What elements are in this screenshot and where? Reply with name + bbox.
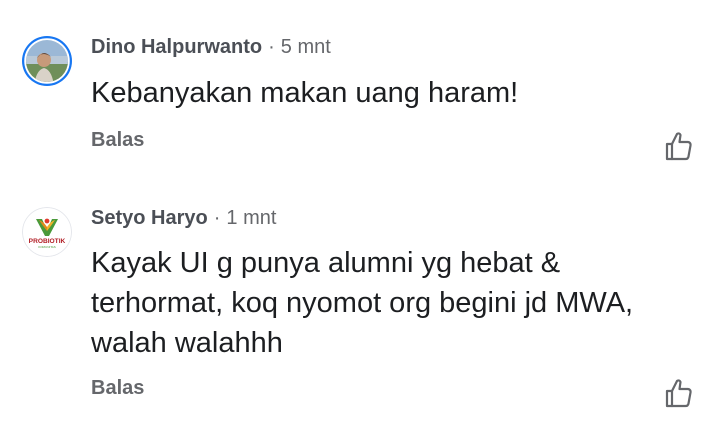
meta-separator: · [268, 36, 275, 58]
thumbs-up-icon [665, 132, 692, 161]
avatar[interactable] [22, 36, 72, 86]
reply-button[interactable]: Balas [91, 376, 144, 400]
like-button[interactable] [661, 376, 695, 410]
author-name[interactable]: Setyo Haryo [91, 207, 208, 229]
profile-photo-icon [22, 36, 72, 86]
reply-button[interactable]: Balas [91, 128, 144, 152]
avatar-logo-subtext: KOMUNITAS [38, 245, 56, 249]
comment-text-line: walah walahhh [91, 327, 283, 359]
comment-text-line: Kayak UI g punya alumni yg hebat & [91, 247, 561, 279]
comment-text-line: terhormat, koq nyomot org begini jd MWA, [91, 287, 634, 319]
comment-1: Dino Halpurwanto · 5 mnt Kebanyakan makan … [0, 0, 720, 190]
thumbs-up-icon [665, 379, 692, 408]
comment-text: Kayak UI g punya alumni yg hebat & terho… [91, 243, 633, 363]
comment-text: Kebanyakan makan uang haram! [91, 77, 519, 109]
comment-2: PROBIOTIK KOMUNITAS Setyo Haryo · 1 mnt Ka… [0, 190, 720, 441]
author-name[interactable]: Dino Halpurwanto [91, 36, 262, 58]
like-button[interactable] [661, 129, 695, 163]
timestamp[interactable]: 5 mnt [281, 36, 331, 58]
timestamp[interactable]: 1 mnt [226, 207, 276, 229]
probiotik-logo-icon: PROBIOTIK KOMUNITAS [22, 207, 72, 257]
comment-meta: Setyo Haryo · 1 mnt [91, 206, 276, 230]
comment-meta: Dino Halpurwanto · 5 mnt [91, 35, 331, 59]
meta-separator: · [213, 207, 221, 229]
avatar[interactable]: PROBIOTIK KOMUNITAS [22, 207, 72, 257]
avatar-logo-text: PROBIOTIK [29, 238, 66, 245]
